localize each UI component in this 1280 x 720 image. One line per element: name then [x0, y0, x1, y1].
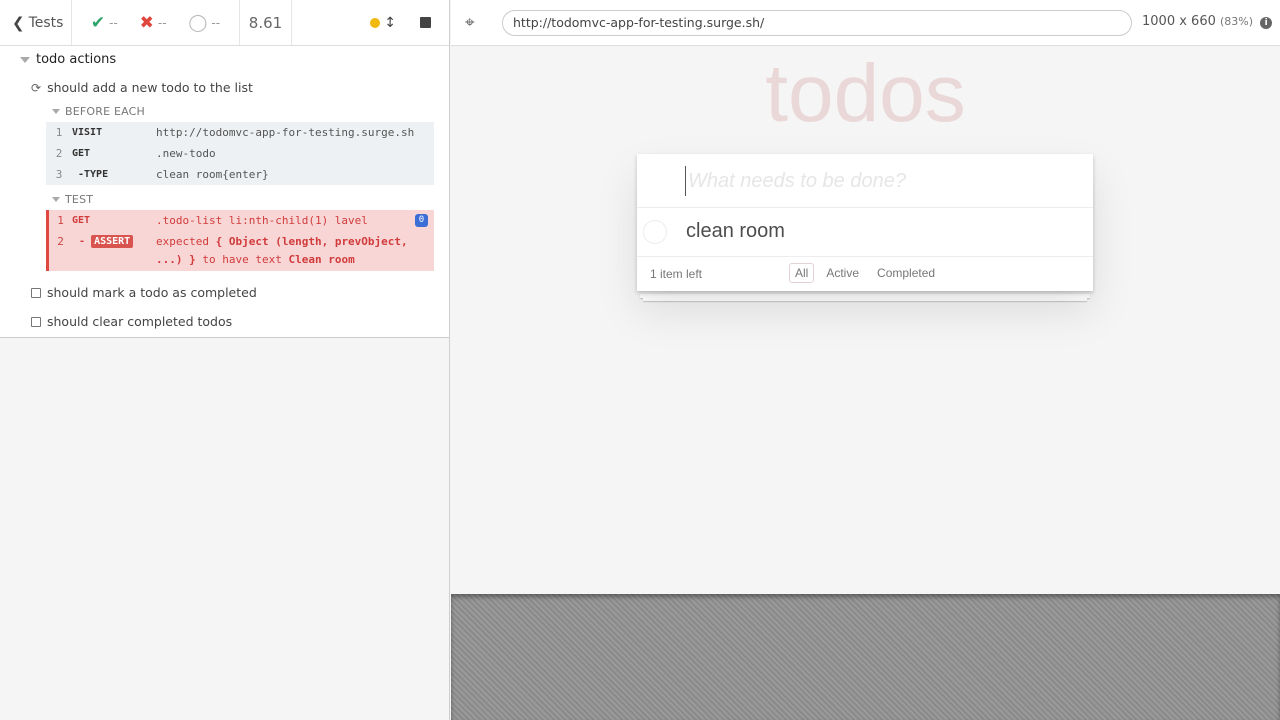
- command-type[interactable]: 3 -TYPE clean room{enter}: [46, 164, 434, 185]
- reporter-header: ❮ Tests ✔ -- ✖ -- ◯ -- 8.61 ↕: [0, 0, 449, 46]
- app-frame: todos clean room 1 item left All Active …: [451, 47, 1280, 594]
- check-icon: ✔: [90, 12, 106, 33]
- hook-title-text: BEFORE EACH: [65, 105, 146, 118]
- aut-panel: ⌖ http://todomvc-app-for-testing.surge.s…: [451, 0, 1280, 720]
- suite-title[interactable]: todo actions: [20, 52, 116, 67]
- assert-message: expected { Object (length, prevObject, .…: [156, 233, 434, 269]
- list-shadow: [643, 297, 1087, 301]
- filter-active[interactable]: Active: [820, 263, 865, 283]
- command-name: -TYPE: [78, 169, 109, 180]
- suite-title-text: todo actions: [36, 52, 117, 67]
- caret-down-icon: [52, 197, 60, 202]
- command-name: GET: [72, 215, 91, 226]
- test-title-add-todo[interactable]: ⟳ should add a new todo to the list: [31, 80, 253, 95]
- test-title-clear-completed[interactable]: should clear completed todos: [31, 314, 232, 329]
- filter-completed[interactable]: Completed: [871, 263, 941, 283]
- aut-header: ⌖ http://todomvc-app-for-testing.surge.s…: [451, 0, 1280, 46]
- todo-footer: 1 item left All Active Completed: [637, 257, 1093, 291]
- command-number: 1: [55, 126, 63, 139]
- command-name: VISIT: [72, 127, 103, 138]
- todos-title: todos: [765, 48, 966, 139]
- running-indicator-icon: [370, 17, 381, 28]
- x-icon: ✖: [139, 12, 154, 33]
- test-commands: 1 GET .todo-list li:nth-child(1) lavel 0…: [46, 210, 434, 271]
- pending-count: --: [211, 15, 221, 30]
- info-icon[interactable]: i: [1260, 17, 1273, 29]
- todo-toggle[interactable]: [643, 220, 667, 244]
- failed-stat: ✖ --: [140, 13, 167, 33]
- pending-stat: ◯ --: [188, 13, 220, 33]
- square-icon: [31, 316, 41, 327]
- hook-before-each[interactable]: BEFORE EACH: [52, 105, 145, 118]
- test-title-text: should clear completed todos: [47, 314, 233, 329]
- element-count-badge: 0: [415, 214, 428, 227]
- refresh-icon: ⟳: [31, 80, 42, 95]
- command-number: 2: [55, 147, 63, 160]
- stop-icon[interactable]: [420, 17, 431, 28]
- test-title-mark-completed[interactable]: should mark a todo as completed: [31, 285, 257, 300]
- command-message: .todo-list li:nth-child(1) lavel: [156, 214, 368, 227]
- tests-button[interactable]: ❮ Tests: [0, 0, 72, 45]
- command-name-prefix: -: [79, 236, 86, 247]
- todo-app: clean room 1 item left All Active Comple…: [637, 154, 1093, 291]
- hook-title-text: TEST: [65, 193, 94, 206]
- passed-count: --: [109, 15, 118, 30]
- stats: ✔ -- ✖ -- ◯ --: [72, 0, 240, 45]
- command-message: clean room{enter}: [156, 168, 269, 181]
- filters: All Active Completed: [789, 263, 941, 283]
- chevron-left-icon: ❮: [12, 13, 25, 32]
- command-name: - ASSERT: [72, 233, 156, 251]
- failed-count: --: [157, 15, 167, 30]
- assert-tag: ASSERT: [91, 235, 134, 248]
- command-get-failed[interactable]: 1 GET .todo-list li:nth-child(1) lavel 0: [49, 210, 434, 231]
- command-assert-failed[interactable]: 2 - ASSERT expected { Object (length, pr…: [49, 231, 434, 271]
- command-number: 1: [57, 214, 64, 227]
- command-get[interactable]: 2 GET .new-todo: [46, 143, 434, 164]
- hook-test[interactable]: TEST: [52, 193, 93, 206]
- caret-down-icon: [52, 109, 60, 114]
- assert-value: Clean room: [288, 253, 355, 266]
- todo-label[interactable]: clean room: [686, 220, 785, 243]
- auto-scroll-icon[interactable]: ↕: [384, 15, 396, 31]
- controls: ↕: [292, 0, 449, 45]
- assert-expected: expected: [156, 235, 209, 248]
- viewport-info[interactable]: 1000 x 660 (83%) i: [1142, 14, 1273, 29]
- tests-label: Tests: [28, 14, 64, 31]
- todo-count: 1 item left: [650, 267, 703, 281]
- url-bar[interactable]: http://todomvc-app-for-testing.surge.sh/: [502, 10, 1132, 36]
- viewport-overflow-area: [451, 594, 1280, 720]
- command-message: http://todomvc-app-for-testing.surge.sh: [156, 126, 415, 139]
- command-message: .new-todo: [156, 147, 216, 160]
- command-name: GET: [72, 148, 91, 159]
- runnables: todo actions ⟳ should add a new todo to …: [0, 46, 449, 338]
- crosshair-icon[interactable]: ⌖: [465, 13, 475, 33]
- filter-all[interactable]: All: [789, 263, 815, 283]
- todo-item[interactable]: clean room: [637, 208, 1093, 257]
- viewport-scale: (83%): [1220, 15, 1254, 28]
- caret-down-icon: [20, 56, 30, 63]
- assert-verb: to have text: [202, 253, 282, 266]
- new-todo-input[interactable]: [685, 166, 1075, 196]
- new-todo-header: [637, 154, 1093, 208]
- duration: 8.61: [240, 0, 292, 45]
- test-title-text: should add a new todo to the list: [47, 80, 253, 95]
- before-each-commands: 1 VISIT http://todomvc-app-for-testing.s…: [46, 122, 434, 185]
- passed-stat: ✔ --: [91, 13, 118, 33]
- command-visit[interactable]: 1 VISIT http://todomvc-app-for-testing.s…: [46, 122, 434, 143]
- viewport-size: 1000 x 660: [1142, 14, 1216, 29]
- circle-notch-icon: ◯: [188, 12, 208, 33]
- reporter-panel: ❮ Tests ✔ -- ✖ -- ◯ -- 8.61 ↕ todo actio…: [0, 0, 450, 720]
- square-icon: [31, 287, 41, 298]
- command-number: 3: [55, 168, 63, 181]
- test-title-text: should mark a todo as completed: [47, 285, 257, 300]
- command-number: 2: [57, 235, 64, 248]
